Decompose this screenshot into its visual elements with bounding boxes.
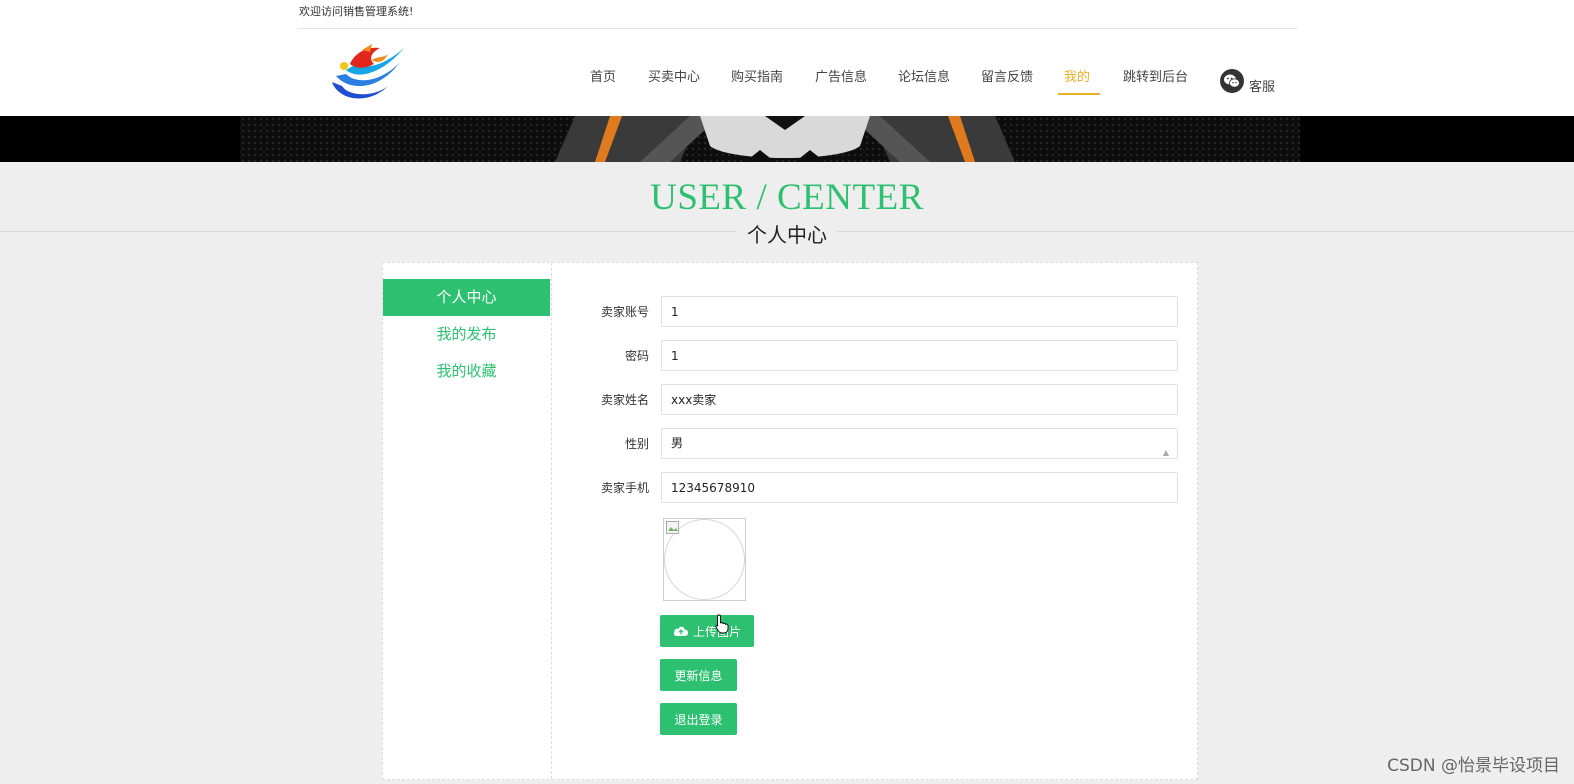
update-info-button[interactable]: 更新信息 bbox=[660, 659, 737, 691]
welcome-text: 欢迎访问销售管理系统! bbox=[299, 5, 414, 18]
nav-item-mine[interactable]: 我的 bbox=[1064, 66, 1090, 90]
customer-service[interactable]: 客服 bbox=[1220, 66, 1275, 95]
page-title-cn: 个人中心 bbox=[737, 219, 837, 248]
nav-item-ads[interactable]: 广告信息 bbox=[815, 66, 867, 90]
page-title-en: USER / CENTER bbox=[650, 177, 924, 218]
password-label: 密码 bbox=[624, 349, 649, 363]
password-input[interactable] bbox=[661, 340, 1178, 371]
phone-input[interactable] bbox=[661, 472, 1178, 503]
account-label: 卖家账号 bbox=[600, 305, 649, 319]
page-title-cn-wrapper: 个人中心 bbox=[0, 219, 1574, 248]
nav-item-forum[interactable]: 论坛信息 bbox=[898, 66, 950, 90]
account-input[interactable] bbox=[661, 296, 1178, 327]
select-arrow-icon: ▲ bbox=[1162, 448, 1169, 457]
user-center-panel: 个人中心 我的发布 我的收藏 卖家账号 密码 卖家姓名 性别 男 ▲ 卖家手机 bbox=[382, 262, 1198, 780]
nav-item-feedback[interactable]: 留言反馈 bbox=[981, 66, 1033, 90]
gender-select[interactable]: 男 ▲ bbox=[661, 428, 1178, 459]
logout-button[interactable]: 退出登录 bbox=[660, 703, 737, 735]
hand-cursor-icon bbox=[715, 614, 729, 634]
banner-image bbox=[0, 116, 1574, 162]
cloud-upload-icon bbox=[673, 626, 689, 636]
site-header: 欢迎访问销售管理系统! 首页 买卖中心 购买指南 广告信息 论坛信息 留言反馈 … bbox=[0, 0, 1574, 116]
upload-image-button[interactable]: 上传图片 bbox=[660, 615, 754, 647]
gender-selected-value: 男 bbox=[671, 436, 684, 450]
nav-active-indicator bbox=[1058, 93, 1100, 95]
nav-item-trade-center[interactable]: 买卖中心 bbox=[648, 66, 700, 90]
header-divider bbox=[297, 28, 1297, 29]
sidebar-item-my-posts[interactable]: 我的发布 bbox=[383, 316, 550, 353]
sidebar-item-my-favorites[interactable]: 我的收藏 bbox=[383, 353, 550, 390]
sidebar-item-user-center[interactable]: 个人中心 bbox=[383, 279, 550, 316]
nav-item-admin[interactable]: 跳转到后台 bbox=[1123, 66, 1188, 90]
broken-image-icon bbox=[666, 521, 679, 534]
avatar-preview bbox=[663, 518, 746, 601]
wechat-icon bbox=[1220, 68, 1244, 93]
gender-label: 性别 bbox=[624, 437, 649, 451]
sidebar: 个人中心 我的发布 我的收藏 bbox=[383, 263, 552, 779]
name-input[interactable] bbox=[661, 384, 1178, 415]
site-logo[interactable] bbox=[328, 42, 408, 104]
nav-item-home[interactable]: 首页 bbox=[590, 66, 616, 90]
nav-item-purchase-guide[interactable]: 购买指南 bbox=[731, 66, 783, 90]
service-label: 客服 bbox=[1249, 80, 1276, 95]
phone-label: 卖家手机 bbox=[600, 481, 649, 495]
watermark: CSDN @怡景毕设项目 bbox=[1387, 756, 1560, 776]
name-label: 卖家姓名 bbox=[600, 393, 649, 407]
